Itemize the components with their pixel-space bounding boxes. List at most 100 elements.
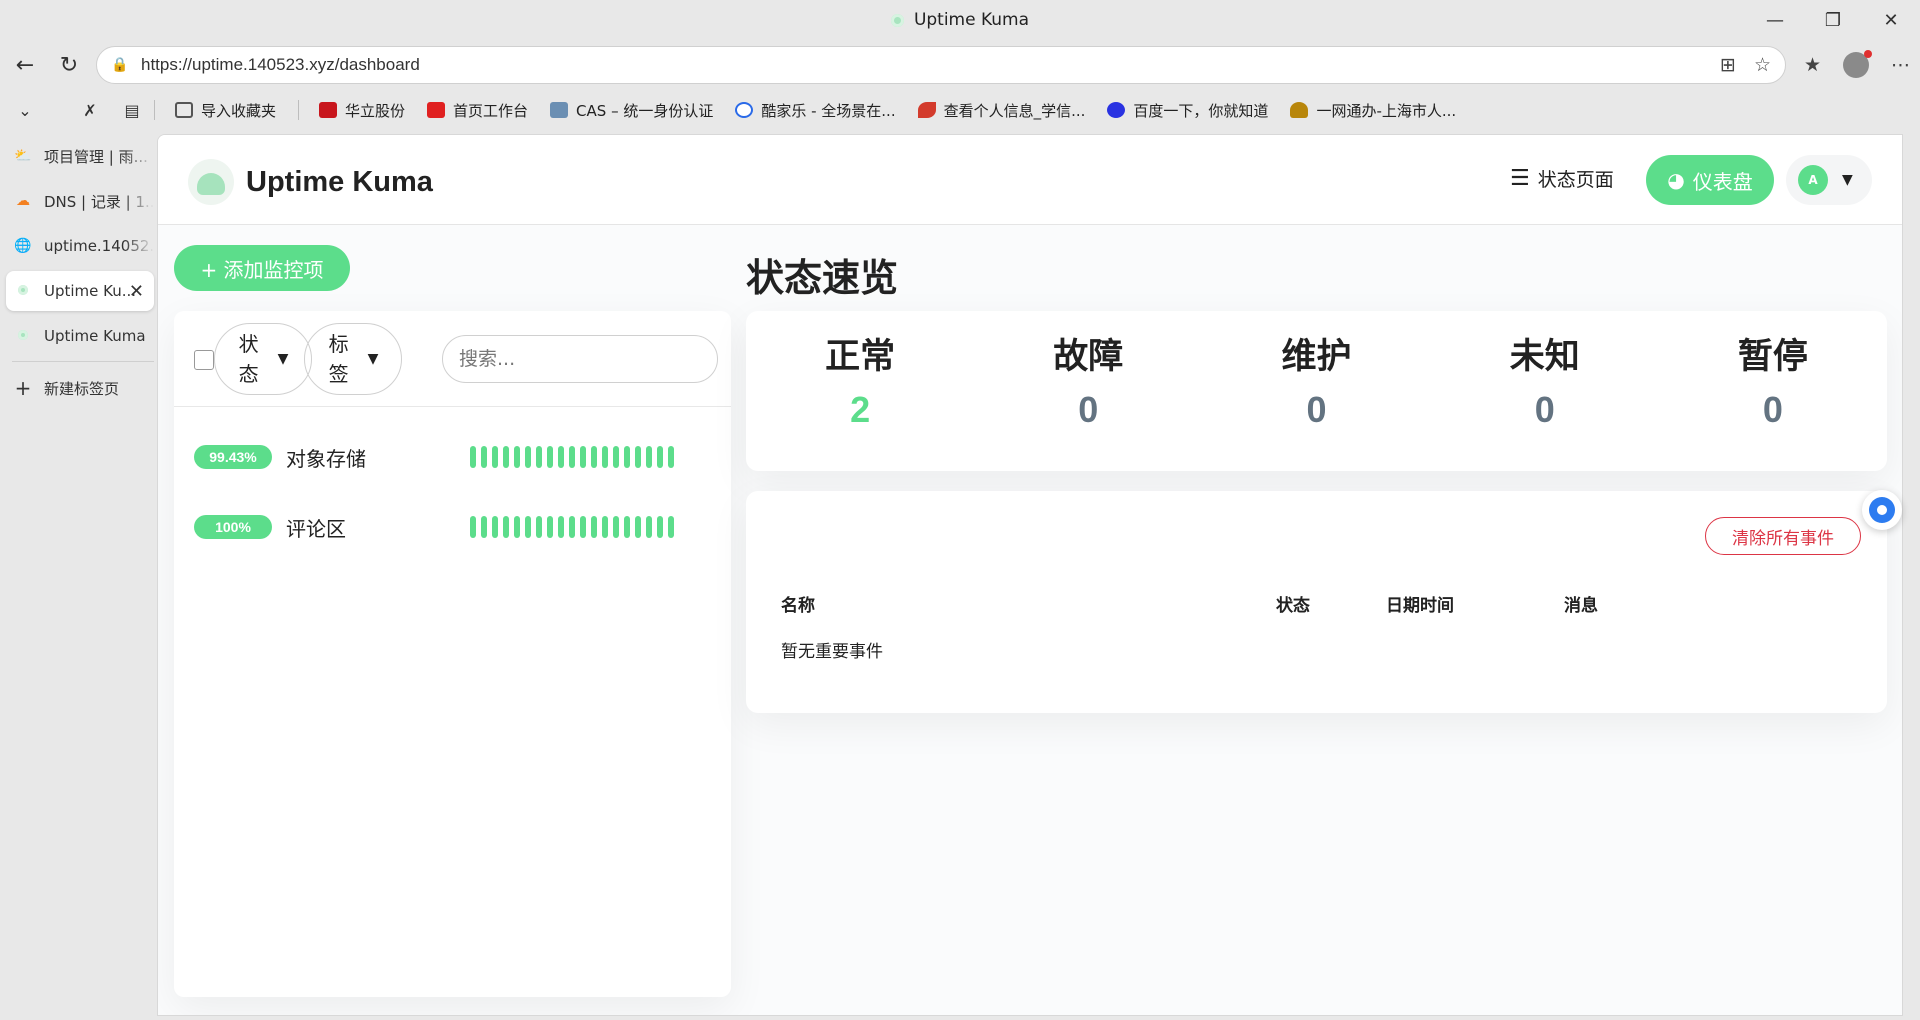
back-icon[interactable]: ←: [4, 44, 46, 86]
minimize-icon[interactable]: —: [1746, 0, 1804, 40]
heartbeat-beat[interactable]: [470, 446, 476, 468]
brand[interactable]: Uptime Kuma: [188, 159, 433, 205]
status-filter-dropdown[interactable]: 状态 ▼: [214, 323, 312, 395]
status-page-link[interactable]: ☰ 状态页面: [1510, 165, 1614, 192]
bookmark-kujiale[interactable]: 酷家乐 - 全场景在...: [735, 100, 896, 121]
heartbeat-beat[interactable]: [624, 446, 630, 468]
bookmark-xuexin[interactable]: 查看个人信息_学信...: [917, 100, 1085, 121]
heartbeat-beat[interactable]: [602, 446, 608, 468]
address-url[interactable]: https://uptime.140523.xyz/dashboard: [141, 55, 420, 75]
heartbeat-beat[interactable]: [657, 516, 663, 538]
brand-name: Uptime Kuma: [246, 165, 433, 198]
add-monitor-button[interactable]: + 添加监控项: [174, 245, 350, 291]
stat-value: 0: [1534, 389, 1555, 430]
tab-separator: [12, 361, 154, 362]
heartbeat-beat[interactable]: [569, 516, 575, 538]
stat-value: 2: [850, 389, 871, 430]
heartbeat-beat[interactable]: [668, 446, 674, 468]
status-overview-card: 正常 2 故障 0 维护 0 未知 0 暂停 0: [746, 311, 1887, 471]
bookmark-shanghai[interactable]: 一网通办-上海市人...: [1290, 100, 1456, 121]
reload-icon[interactable]: ↻: [48, 44, 90, 86]
heartbeat-beat[interactable]: [591, 516, 597, 538]
web-page: Uptime Kuma ☰ 状态页面 ◕ 仪表盘 A ▼ + 添加监控项 状态 …: [157, 134, 1903, 1016]
search-input[interactable]: [442, 335, 718, 383]
bookmark-import[interactable]: 导入收藏夹: [175, 100, 276, 121]
bookmark-label: 百度一下，你就知道: [1133, 101, 1269, 120]
user-menu[interactable]: A ▼: [1786, 155, 1872, 205]
uptime-kuma-icon: [14, 328, 32, 344]
select-all-checkbox[interactable]: [194, 350, 214, 370]
uptime-kuma-icon: [14, 283, 32, 299]
heartbeat-beat[interactable]: [613, 446, 619, 468]
heartbeat-beat[interactable]: [514, 516, 520, 538]
list-icon: ☰: [1510, 166, 1530, 191]
close-tab-icon[interactable]: ✕: [129, 281, 144, 302]
heartbeat-beat[interactable]: [525, 516, 531, 538]
bookmark-label: 酷家乐 - 全场景在...: [761, 101, 896, 120]
lock-icon[interactable]: 🔒: [111, 57, 133, 73]
heartbeat-beat[interactable]: [536, 446, 542, 468]
heartbeat-beat[interactable]: [580, 446, 586, 468]
globe-icon: 🌐: [14, 238, 32, 254]
app-available-icon[interactable]: ⊞: [1720, 54, 1736, 76]
monitor-item[interactable]: 99.43% 对象存储: [174, 429, 731, 485]
heartbeat-beat[interactable]: [547, 446, 553, 468]
heartbeat-beat[interactable]: [558, 446, 564, 468]
tags-filter-dropdown[interactable]: 标签 ▼: [304, 323, 402, 395]
tab-uptime-domain[interactable]: 🌐 uptime.14052...: [6, 226, 154, 266]
bookmark-cas[interactable]: CAS – 统一身份认证: [550, 100, 713, 121]
heartbeat-beat[interactable]: [525, 446, 531, 468]
heartbeat-beat[interactable]: [558, 516, 564, 538]
address-bar[interactable]: 🔒 https://uptime.140523.xyz/dashboard ⊞ …: [96, 46, 1786, 84]
clear-events-button[interactable]: 清除所有事件: [1705, 517, 1861, 555]
heartbeat-beat[interactable]: [591, 446, 597, 468]
tab-project-management[interactable]: ⛅ 项目管理 | 雨...: [6, 136, 154, 176]
heartbeat-beat[interactable]: [646, 446, 652, 468]
heartbeat-beat[interactable]: [635, 446, 641, 468]
favorite-star-icon[interactable]: ☆: [1754, 54, 1771, 76]
dashboard-button[interactable]: ◕ 仪表盘: [1646, 155, 1774, 205]
heartbeat-beat[interactable]: [635, 516, 641, 538]
heartbeat-beat[interactable]: [481, 446, 487, 468]
tab-actions-icon[interactable]: ▤: [110, 89, 154, 131]
heartbeat-beat[interactable]: [481, 516, 487, 538]
monitor-item[interactable]: 100% 评论区: [174, 499, 731, 555]
heartbeat-beat[interactable]: [503, 446, 509, 468]
heartbeat-beat[interactable]: [624, 516, 630, 538]
heartbeat-beat[interactable]: [580, 516, 586, 538]
heartbeat-beat[interactable]: [492, 516, 498, 538]
heartbeat-beat[interactable]: [470, 516, 476, 538]
heartbeat-beat[interactable]: [602, 516, 608, 538]
profile-avatar-icon[interactable]: [1843, 50, 1872, 78]
restore-icon[interactable]: ❐: [1804, 0, 1862, 40]
floating-assistant-icon[interactable]: [1862, 490, 1902, 530]
new-tab-button[interactable]: + 新建标签页: [6, 368, 154, 408]
status-page-label: 状态页面: [1537, 169, 1614, 191]
stat-value: 0: [1762, 389, 1783, 430]
heartbeat-beat[interactable]: [646, 516, 652, 538]
more-menu-icon[interactable]: ⋯: [1891, 54, 1910, 76]
heartbeat-beat[interactable]: [569, 446, 575, 468]
bookmark-baidu[interactable]: 百度一下，你就知道: [1107, 100, 1268, 121]
monitor-list-panel: 状态 ▼ 标签 ▼ 99.43% 对象存储 100% 评论区: [174, 311, 731, 997]
page-scrollbar[interactable]: [1903, 134, 1920, 1016]
tab-list-chevron-icon[interactable]: ⌄: [0, 89, 50, 131]
heartbeat-beat[interactable]: [668, 516, 674, 538]
tab-uptime-kuma-active[interactable]: Uptime Ku... ✕: [6, 271, 154, 311]
bookmark-workbench[interactable]: 首页工作台: [427, 100, 528, 121]
heartbeat-beat[interactable]: [536, 516, 542, 538]
kujiale-icon: [735, 102, 754, 118]
bookmark-huali[interactable]: 华立股份: [319, 100, 405, 121]
avatar: A: [1798, 165, 1828, 195]
tab-dns-records[interactable]: ☁ DNS | 记录 | 1...: [6, 181, 154, 221]
favorites-icon[interactable]: ★: [1804, 54, 1821, 76]
heartbeat-beat[interactable]: [547, 516, 553, 538]
plus-icon: +: [14, 376, 32, 400]
heartbeat-beat[interactable]: [503, 516, 509, 538]
heartbeat-beat[interactable]: [514, 446, 520, 468]
heartbeat-beat[interactable]: [613, 516, 619, 538]
heartbeat-beat[interactable]: [492, 446, 498, 468]
close-window-icon[interactable]: ✕: [1862, 0, 1920, 40]
heartbeat-beat[interactable]: [657, 446, 663, 468]
tab-uptime-kuma[interactable]: Uptime Kuma: [6, 316, 154, 356]
